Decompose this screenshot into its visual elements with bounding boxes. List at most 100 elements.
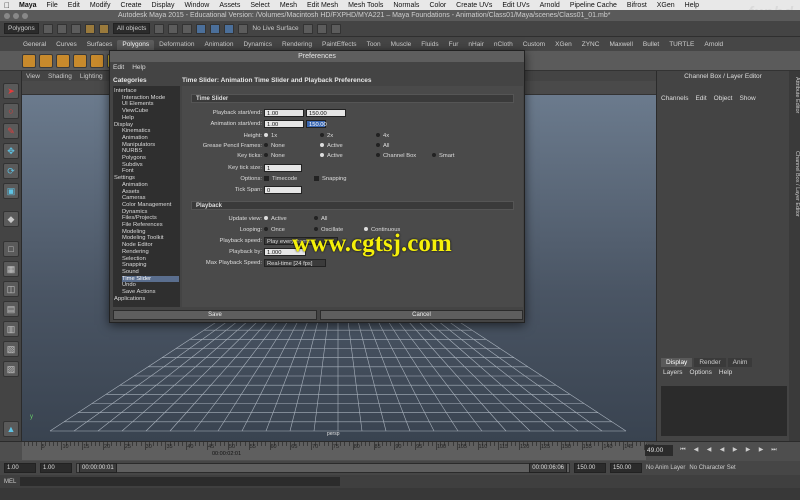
height-2x-radio[interactable]: 2x (320, 133, 333, 139)
menu-edit-uvs[interactable]: Edit UVs (497, 2, 534, 9)
menu-bifrost[interactable]: Bifrost (622, 2, 652, 9)
viewport-menu-view[interactable]: View (26, 73, 40, 80)
layer-menu-options[interactable]: Options (690, 369, 712, 376)
selection-filter[interactable]: All objects (112, 23, 151, 34)
open-scene-icon[interactable] (56, 23, 67, 34)
layer-tab-display[interactable]: Display (661, 358, 693, 367)
layer-menu-layers[interactable]: Layers (663, 369, 683, 376)
poly-sphere-icon[interactable] (22, 53, 36, 68)
outliner-layout-icon[interactable]: ▤ (3, 301, 19, 317)
go-to-start-icon[interactable]: ⏮ (678, 445, 688, 456)
snap-point-icon[interactable] (224, 23, 235, 34)
menu-window[interactable]: Window (179, 2, 214, 9)
category-item[interactable]: Interaction Mode (122, 95, 179, 101)
save-button[interactable]: Save (113, 310, 317, 320)
cb-menu-object[interactable]: Object (714, 95, 733, 102)
step-forward-icon[interactable]: ▶ (756, 445, 766, 456)
key-tick-size-field[interactable]: 1 (264, 164, 302, 172)
max-playback-speed-dropdown[interactable]: Real-time [24 fps] (264, 259, 326, 267)
keyticks-channelbox-radio[interactable]: Channel Box (376, 153, 416, 159)
keyticks-none-radio[interactable]: None (264, 153, 285, 159)
custom-layout-icon[interactable]: ▨ (3, 361, 19, 377)
step-back-icon[interactable]: ◀ (691, 445, 701, 456)
timecode-checkbox[interactable]: Timecode (264, 176, 297, 182)
anim-layer-selector[interactable]: No Anim Layer (646, 465, 685, 471)
time-slider-frame-header[interactable]: Time Slider (191, 94, 514, 103)
anim-end-field[interactable]: 150.00 (610, 463, 642, 473)
four-pane-layout-icon[interactable]: ▦ (3, 261, 19, 277)
poly-cube-icon[interactable] (39, 53, 53, 68)
play-backwards-icon[interactable]: ◀ (717, 445, 727, 456)
category-item[interactable]: Color Management (122, 202, 179, 208)
apple-icon[interactable]:  (0, 1, 14, 10)
category-item[interactable]: Rendering (122, 249, 179, 255)
menu-file[interactable]: File (42, 2, 63, 9)
category-item[interactable]: Display (114, 122, 179, 128)
category-item[interactable]: Modeling Toolkit (122, 235, 179, 241)
category-item[interactable]: Animation (122, 135, 179, 141)
save-scene-icon[interactable] (70, 23, 81, 34)
viewport-menu-shading[interactable]: Shading (48, 73, 72, 80)
category-item[interactable]: Dynamics (122, 209, 179, 215)
command-input[interactable] (20, 477, 341, 486)
snapping-checkbox[interactable]: Snapping (314, 176, 347, 182)
category-item[interactable]: Settings (114, 175, 179, 181)
menu-assets[interactable]: Assets (214, 2, 245, 9)
script-editor-icon[interactable]: ▲ (3, 421, 19, 437)
range-start-handle[interactable]: 00:00:00:01 (79, 463, 117, 473)
category-item[interactable]: Snapping (122, 262, 179, 268)
single-pane-layout-icon[interactable]: □ (3, 241, 19, 257)
menu-color[interactable]: Color (424, 2, 451, 9)
select-tool-icon[interactable]: ➤ (3, 83, 19, 99)
category-item[interactable]: NURBS (122, 148, 179, 154)
viewport-menu-lighting[interactable]: Lighting (80, 73, 103, 80)
cb-menu-show[interactable]: Show (739, 95, 755, 102)
side-tab-channel-box[interactable]: Channel Box / Layer Editor (790, 151, 800, 217)
layer-tab-anim[interactable]: Anim (727, 358, 753, 367)
menu-modify[interactable]: Modify (85, 2, 116, 9)
category-item[interactable]: Subdivs (122, 162, 179, 168)
move-tool-icon[interactable]: ✥ (3, 143, 19, 159)
category-item[interactable]: Selection (122, 256, 179, 262)
menu-pipeline-cache[interactable]: Pipeline Cache (565, 2, 622, 9)
character-set-selector[interactable]: No Character Set (689, 465, 735, 471)
category-item[interactable]: Polygons (122, 155, 179, 161)
playback-frame-header[interactable]: Playback (191, 201, 514, 210)
hypershade-layout-icon[interactable]: ▧ (3, 341, 19, 357)
menu-display[interactable]: Display (147, 2, 180, 9)
menu-edit[interactable]: Edit (63, 2, 85, 9)
minimize-window-icon[interactable] (13, 12, 19, 19)
cb-menu-channels[interactable]: Channels (661, 95, 688, 102)
start-time-field[interactable]: 1.00 (4, 463, 36, 473)
prefs-menu-help[interactable]: Help (132, 64, 145, 71)
category-item[interactable]: Modeling (122, 229, 179, 235)
shelf-tab-turtle[interactable]: TURTLE (664, 40, 699, 51)
category-item[interactable]: Manipulators (122, 142, 179, 148)
menu-xgen[interactable]: XGen (652, 2, 680, 9)
cancel-button[interactable]: Cancel (320, 310, 523, 320)
poly-cylinder-icon[interactable] (56, 53, 70, 68)
category-item[interactable]: Animation (122, 182, 179, 188)
render-settings-icon[interactable] (330, 23, 341, 34)
category-item[interactable]: Interface (114, 88, 179, 94)
layer-menu-help[interactable]: Help (719, 369, 732, 376)
category-item[interactable]: Save Actions (122, 289, 179, 295)
mel-label[interactable]: MEL (4, 479, 16, 485)
height-4x-radio[interactable]: 4x (376, 133, 389, 139)
zoom-window-icon[interactable] (22, 12, 28, 19)
category-item[interactable]: UI Elements (122, 101, 179, 107)
menu-select[interactable]: Select (245, 2, 274, 9)
menu-arnold[interactable]: Arnold (535, 2, 565, 9)
undo-icon[interactable] (84, 23, 95, 34)
side-tab-attribute-editor[interactable]: Attribute Editor (790, 77, 800, 113)
poly-cone-icon[interactable] (73, 53, 87, 68)
range-slider[interactable]: 00:00:00:01 00:00:06:06 (76, 463, 570, 473)
play-forwards-icon[interactable]: ▶ (730, 445, 740, 456)
step-back-key-icon[interactable]: ◀ (704, 445, 714, 456)
category-item[interactable]: Sound (122, 269, 179, 275)
looping-once-radio[interactable]: Once (264, 227, 285, 233)
tick-span-field[interactable]: 0 (264, 186, 302, 194)
category-item[interactable]: Undo (122, 282, 179, 288)
new-scene-icon[interactable] (42, 23, 53, 34)
render-icon[interactable] (302, 23, 313, 34)
